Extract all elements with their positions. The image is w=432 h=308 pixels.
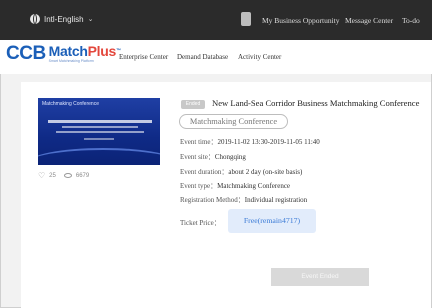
event-duration-label: Event duration： [180, 168, 229, 176]
registration-method-row: Registration Method：Individual registrat… [180, 195, 307, 205]
event-type-value: Matchmaking Conference [217, 182, 291, 190]
event-time-value: 2019-11-02 13:30-2019-11-05 11:40 [217, 138, 320, 146]
globe-icon [30, 14, 40, 24]
event-type-row: Event type：Matchmaking Conference [180, 181, 290, 191]
message-center-link[interactable]: Message Center [345, 16, 393, 25]
event-site-value: Chongqing [214, 153, 246, 161]
ticket-price-label: Ticket Price： [180, 219, 221, 227]
event-site-row: Event site：Chongqing [180, 152, 246, 162]
language-selector[interactable]: Intl-English ⌄ [30, 14, 93, 24]
my-business-opportunity-link[interactable]: My Business Opportunity [262, 16, 340, 25]
heart-icon[interactable]: ♡ [38, 171, 45, 180]
nav-activity-center[interactable]: Activity Center [238, 53, 281, 61]
status-badge: Ended [181, 100, 205, 109]
logo-plus-text: Plus [87, 43, 117, 59]
event-duration-value: about 2 day (on-site basis) [228, 168, 303, 176]
logo-matchplus: MatchPlus™ Smart Matchmaking Platform [49, 44, 121, 64]
likes-count: 25 [49, 172, 56, 179]
event-time-label: Event time： [180, 138, 218, 146]
mobile-app-icon[interactable] [241, 12, 251, 26]
nav-enterprise-center[interactable]: Enterprise Center [119, 53, 168, 61]
eye-icon [63, 173, 72, 178]
logo-subtitle: Smart Matchmaking Platform [48, 59, 94, 63]
top-bar: Intl-English ⌄ My Business Opportunity M… [0, 0, 432, 40]
thumbnail-caption: Matchmaking Conference [42, 101, 99, 107]
registration-method-value: Individual registration [244, 196, 308, 204]
nav-demand-database[interactable]: Demand Database [177, 53, 228, 61]
event-time-row: Event time：2019-11-02 13:30-2019-11-05 1… [180, 137, 320, 147]
ccb-matchplus-logo[interactable]: CCB MatchPlus™ Smart Matchmaking Platfor… [6, 44, 121, 66]
event-stats: ♡ 25 6679 [38, 171, 89, 180]
event-type-tag: Matchmaking Conference [179, 114, 288, 129]
registration-method-label: Registration Method： [180, 196, 245, 204]
language-label: Intl-English [44, 14, 84, 24]
ticket-price-button[interactable]: Free(remain4717) [228, 209, 316, 233]
logo-match-text: Match [48, 43, 88, 59]
event-type-label: Event type： [180, 182, 218, 190]
todo-link[interactable]: To-do [402, 16, 420, 25]
event-ended-button[interactable]: Event Ended [271, 268, 369, 286]
event-thumbnail: Matchmaking Conference [38, 98, 160, 165]
event-site-label: Event site： [180, 153, 215, 161]
views-count: 6679 [75, 172, 90, 179]
event-duration-row: Event duration：about 2 day (on-site basi… [180, 167, 302, 177]
logo-ccb-text: CCB [6, 43, 46, 64]
event-title: New Land-Sea Corridor Business Matchmaki… [212, 98, 420, 108]
chevron-down-icon: ⌄ [87, 16, 94, 23]
